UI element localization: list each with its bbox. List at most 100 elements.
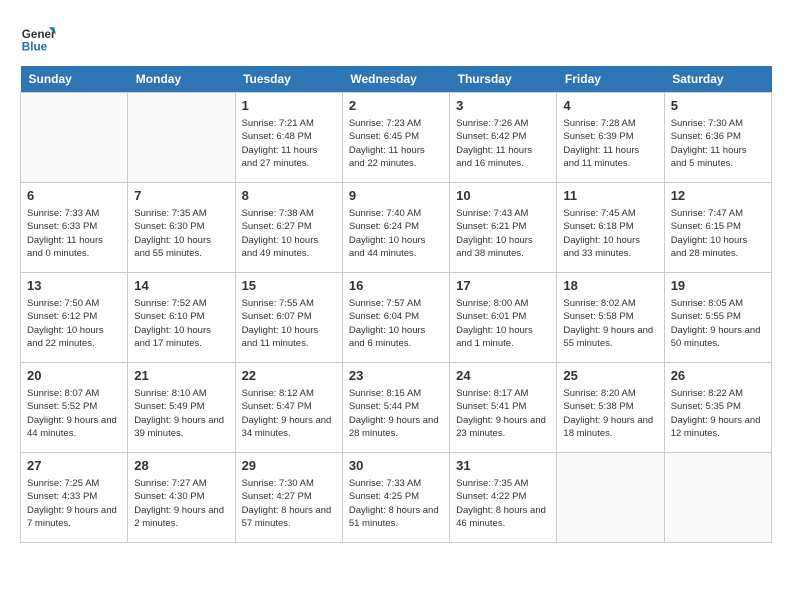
day-number: 31 [456, 457, 550, 475]
day-number: 9 [349, 187, 443, 205]
calendar-cell: 4 Sunrise: 7:28 AMSunset: 6:39 PMDaylight… [557, 93, 664, 183]
day-info: Sunrise: 8:10 AMSunset: 5:49 PMDaylight:… [134, 387, 228, 440]
day-number: 19 [671, 277, 765, 295]
calendar-week-4: 20 Sunrise: 8:07 AMSunset: 5:52 PMDayligh… [21, 363, 772, 453]
day-info: Sunrise: 8:05 AMSunset: 5:55 PMDaylight:… [671, 297, 765, 350]
calendar-cell: 25Sunrise: 8:20 AMSunset: 5:38 PMDayligh… [557, 363, 664, 453]
calendar-cell: 26 Sunrise: 8:22 AMSunset: 5:35 PMDayligh… [664, 363, 771, 453]
day-number: 30 [349, 457, 443, 475]
calendar-header-row: SundayMondayTuesdayWednesdayThursdayFrid… [21, 66, 772, 93]
calendar-cell: 24 Sunrise: 8:17 AMSunset: 5:41 PMDayligh… [450, 363, 557, 453]
day-header-friday: Friday [557, 66, 664, 93]
page-header: General Blue [20, 20, 772, 56]
calendar-cell: 21 Sunrise: 8:10 AMSunset: 5:49 PMDayligh… [128, 363, 235, 453]
day-header-monday: Monday [128, 66, 235, 93]
day-info: Sunrise: 8:12 AMSunset: 5:47 PMDaylight:… [242, 387, 336, 440]
svg-text:General: General [22, 28, 56, 41]
calendar-cell: 22 Sunrise: 8:12 AMSunset: 5:47 PMDayligh… [235, 363, 342, 453]
calendar-table: SundayMondayTuesdayWednesdayThursdayFrid… [20, 66, 772, 543]
day-info: Sunrise: 7:57 AMSunset: 6:04 PMDaylight:… [349, 297, 443, 350]
calendar-cell: 6 Sunrise: 7:33 AMSunset: 6:33 PMDaylight… [21, 183, 128, 273]
day-info: Sunrise: 8:00 AMSunset: 6:01 PMDaylight:… [456, 297, 550, 350]
calendar-cell: 30 Sunrise: 7:33 AMSunset: 4:25 PMDayligh… [342, 453, 449, 543]
day-info: Sunrise: 7:26 AMSunset: 6:42 PMDaylight:… [456, 117, 550, 170]
day-number: 26 [671, 367, 765, 385]
calendar-cell: 9Sunrise: 7:40 AMSunset: 6:24 PMDaylight… [342, 183, 449, 273]
calendar-cell: 8 Sunrise: 7:38 AMSunset: 6:27 PMDaylight… [235, 183, 342, 273]
calendar-cell: 7Sunrise: 7:35 AMSunset: 6:30 PMDaylight… [128, 183, 235, 273]
calendar-cell [128, 93, 235, 183]
day-number: 29 [242, 457, 336, 475]
day-number: 27 [27, 457, 121, 475]
day-number: 24 [456, 367, 550, 385]
day-number: 5 [671, 97, 765, 115]
svg-text:Blue: Blue [22, 41, 48, 54]
day-number: 8 [242, 187, 336, 205]
day-number: 25 [563, 367, 657, 385]
day-info: Sunrise: 7:35 AMSunset: 4:22 PMDaylight:… [456, 477, 550, 530]
calendar-cell: 31 Sunrise: 7:35 AMSunset: 4:22 PMDayligh… [450, 453, 557, 543]
day-info: Sunrise: 7:21 AMSunset: 6:48 PMDaylight:… [242, 117, 336, 170]
day-number: 12 [671, 187, 765, 205]
day-info: Sunrise: 7:30 AMSunset: 6:36 PMDaylight:… [671, 117, 765, 170]
day-number: 14 [134, 277, 228, 295]
day-number: 11 [563, 187, 657, 205]
calendar-cell: 20 Sunrise: 8:07 AMSunset: 5:52 PMDayligh… [21, 363, 128, 453]
day-info: Sunrise: 7:38 AMSunset: 6:27 PMDaylight:… [242, 207, 336, 260]
day-info: Sunrise: 7:43 AMSunset: 6:21 PMDaylight:… [456, 207, 550, 260]
day-number: 28 [134, 457, 228, 475]
day-header-wednesday: Wednesday [342, 66, 449, 93]
calendar-cell: 12Sunrise: 7:47 AMSunset: 6:15 PMDayligh… [664, 183, 771, 273]
calendar-cell: 29Sunrise: 7:30 AMSunset: 4:27 PMDayligh… [235, 453, 342, 543]
day-number: 17 [456, 277, 550, 295]
day-number: 23 [349, 367, 443, 385]
day-info: Sunrise: 7:33 AMSunset: 4:25 PMDaylight:… [349, 477, 443, 530]
day-info: Sunrise: 7:55 AMSunset: 6:07 PMDaylight:… [242, 297, 336, 350]
day-number: 6 [27, 187, 121, 205]
day-header-thursday: Thursday [450, 66, 557, 93]
calendar-cell [664, 453, 771, 543]
calendar-cell: 16 Sunrise: 7:57 AMSunset: 6:04 PMDayligh… [342, 273, 449, 363]
day-number: 22 [242, 367, 336, 385]
day-number: 10 [456, 187, 550, 205]
calendar-cell: 15 Sunrise: 7:55 AMSunset: 6:07 PMDayligh… [235, 273, 342, 363]
day-number: 4 [563, 97, 657, 115]
calendar-cell [21, 93, 128, 183]
day-info: Sunrise: 7:27 AMSunset: 4:30 PMDaylight:… [134, 477, 228, 530]
day-number: 3 [456, 97, 550, 115]
calendar-cell: 2 Sunrise: 7:23 AMSunset: 6:45 PMDaylight… [342, 93, 449, 183]
day-header-sunday: Sunday [21, 66, 128, 93]
day-info: Sunrise: 8:22 AMSunset: 5:35 PMDaylight:… [671, 387, 765, 440]
calendar-cell: 3 Sunrise: 7:26 AMSunset: 6:42 PMDaylight… [450, 93, 557, 183]
day-number: 15 [242, 277, 336, 295]
day-info: Sunrise: 8:17 AMSunset: 5:41 PMDaylight:… [456, 387, 550, 440]
day-number: 18 [563, 277, 657, 295]
day-number: 1 [242, 97, 336, 115]
calendar-week-5: 27 Sunrise: 7:25 AMSunset: 4:33 PMDayligh… [21, 453, 772, 543]
day-info: Sunrise: 7:35 AMSunset: 6:30 PMDaylight:… [134, 207, 228, 260]
calendar-week-1: 1 Sunrise: 7:21 AMSunset: 6:48 PMDaylight… [21, 93, 772, 183]
day-info: Sunrise: 8:15 AMSunset: 5:44 PMDaylight:… [349, 387, 443, 440]
day-info: Sunrise: 7:50 AMSunset: 6:12 PMDaylight:… [27, 297, 121, 350]
calendar-cell: 23 Sunrise: 8:15 AMSunset: 5:44 PMDayligh… [342, 363, 449, 453]
calendar-cell [557, 453, 664, 543]
day-info: Sunrise: 8:02 AMSunset: 5:58 PMDaylight:… [563, 297, 657, 350]
day-number: 16 [349, 277, 443, 295]
day-info: Sunrise: 7:23 AMSunset: 6:45 PMDaylight:… [349, 117, 443, 170]
logo: General Blue [20, 20, 56, 56]
calendar-cell: 5 Sunrise: 7:30 AMSunset: 6:36 PMDaylight… [664, 93, 771, 183]
calendar-cell: 28 Sunrise: 7:27 AMSunset: 4:30 PMDayligh… [128, 453, 235, 543]
day-number: 13 [27, 277, 121, 295]
day-info: Sunrise: 7:33 AMSunset: 6:33 PMDaylight:… [27, 207, 121, 260]
day-info: Sunrise: 7:25 AMSunset: 4:33 PMDaylight:… [27, 477, 121, 530]
day-info: Sunrise: 8:07 AMSunset: 5:52 PMDaylight:… [27, 387, 121, 440]
day-number: 2 [349, 97, 443, 115]
calendar-cell: 10 Sunrise: 7:43 AMSunset: 6:21 PMDayligh… [450, 183, 557, 273]
day-number: 20 [27, 367, 121, 385]
calendar-cell: 11Sunrise: 7:45 AMSunset: 6:18 PMDayligh… [557, 183, 664, 273]
calendar-cell: 18 Sunrise: 8:02 AMSunset: 5:58 PMDayligh… [557, 273, 664, 363]
day-number: 21 [134, 367, 228, 385]
day-info: Sunrise: 7:28 AMSunset: 6:39 PMDaylight:… [563, 117, 657, 170]
day-header-tuesday: Tuesday [235, 66, 342, 93]
day-header-saturday: Saturday [664, 66, 771, 93]
